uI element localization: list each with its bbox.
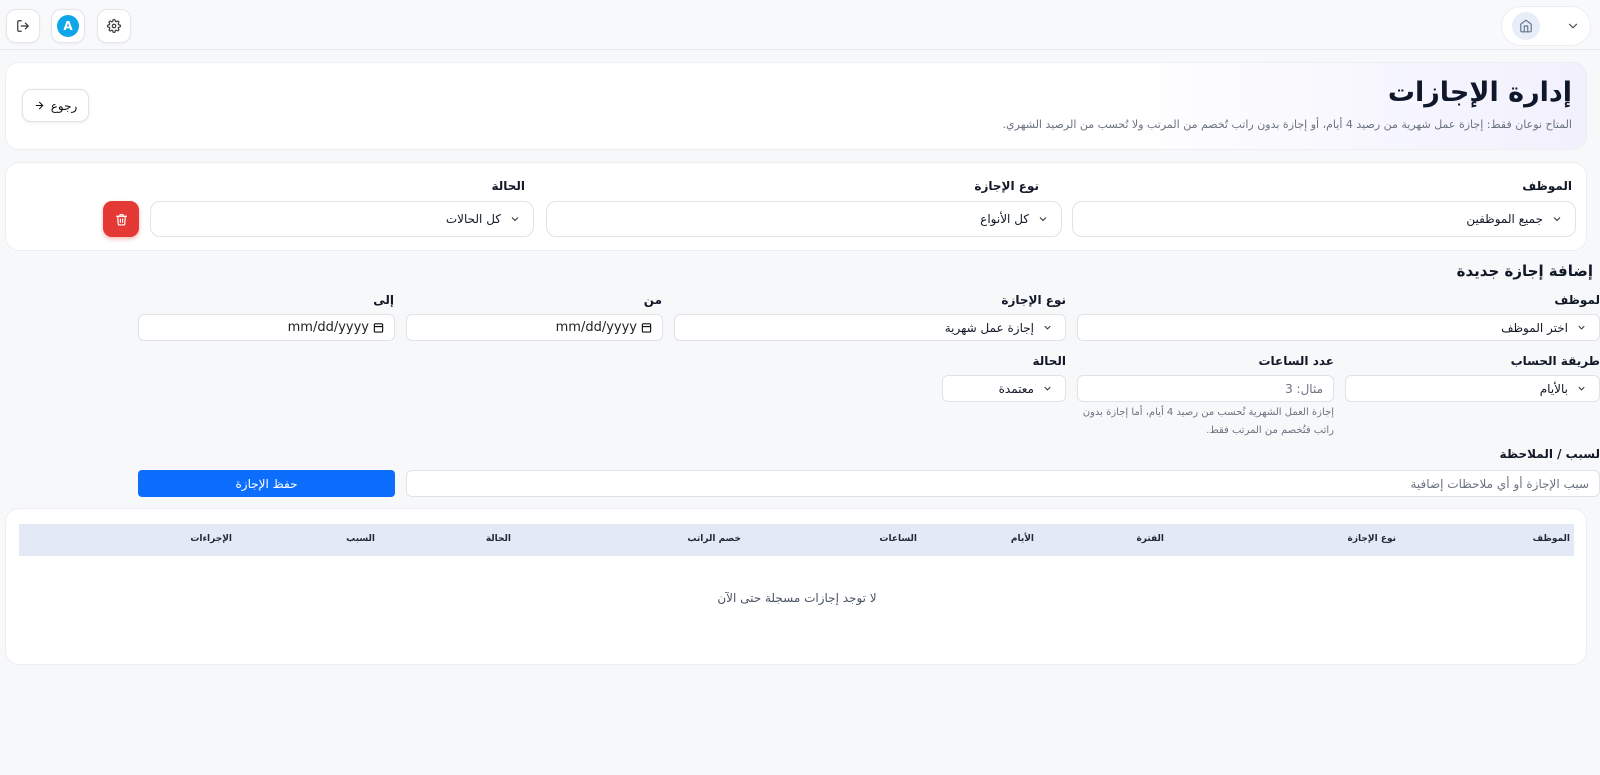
calendar-icon[interactable] (373, 322, 384, 333)
calc-method-value: بالأيام (1539, 381, 1568, 396)
filter-employee-value: جميع الموظفين (1466, 212, 1543, 226)
column-header-hours: الساعات (879, 534, 917, 544)
filter-type-label: نوع الإجازة (974, 179, 1039, 193)
page-subtitle: المتاح نوعان فقط: إجازة عمل شهرية من رصي… (1002, 118, 1572, 131)
home-menu[interactable] (1501, 6, 1591, 46)
table-header-row: الموظف نوع الإجازة الفترة الأيام الساعات… (19, 524, 1574, 556)
column-header-period: الفترة (1136, 534, 1164, 544)
hours-input[interactable]: مثال: 3 (1077, 375, 1334, 402)
column-header-actions: الإجراءات (190, 534, 232, 544)
header-card: إدارة الإجازات المتاح نوعان فقط: إجازة ع… (5, 62, 1587, 150)
new-status-select[interactable]: معتمدة (942, 375, 1066, 402)
new-status-value: معتمدة (998, 381, 1034, 396)
to-date-input[interactable]: mm/dd/yyyy (138, 314, 395, 341)
to-date-label: إلى (373, 293, 394, 307)
filter-employee-select[interactable]: جميع الموظفين (1072, 201, 1576, 237)
to-date-value: mm/dd/yyyy (287, 320, 369, 335)
clear-filters-button[interactable] (103, 201, 139, 237)
from-date-input[interactable]: mm/dd/yyyy (406, 314, 663, 341)
logout-button[interactable] (6, 9, 40, 43)
calc-method-select[interactable]: بالأيام (1345, 375, 1600, 402)
page-title: إدارة الإجازات (1387, 77, 1572, 108)
back-button[interactable]: رجوع (22, 89, 89, 122)
logout-icon (17, 20, 29, 32)
chevron-down-icon (1553, 217, 1561, 222)
back-button-label: رجوع (50, 98, 78, 113)
empty-table-message: لا توجد إجازات مسجلة حتى الآن (717, 591, 877, 605)
leaves-table-card: الموظف نوع الإجازة الفترة الأيام الساعات… (5, 508, 1587, 665)
filter-employee-label: الموظف (1522, 179, 1572, 193)
filter-type-value: كل الأنواع (980, 212, 1029, 226)
calc-method-label: طريقة الحساب (1510, 354, 1600, 368)
from-date-label: من (643, 293, 662, 307)
chevron-down-icon (1044, 386, 1051, 391)
home-icon (1520, 19, 1532, 33)
new-type-select[interactable]: إجازة عمل شهرية (674, 314, 1066, 341)
column-header-leave-type: نوع الإجازة (1347, 534, 1396, 544)
calendar-icon[interactable] (641, 322, 652, 333)
new-status-label: الحالة (1032, 354, 1066, 368)
column-header-days: الأيام (1010, 534, 1034, 544)
from-date-value: mm/dd/yyyy (555, 320, 637, 335)
filter-status-select[interactable]: كل الحالات (150, 201, 534, 237)
avatar: A (57, 15, 79, 37)
chevron-down-icon (1578, 386, 1585, 391)
settings-button[interactable] (97, 9, 131, 43)
leave-balance-hint: إجازة العمل الشهرية تُحسب من رصيد 4 أيام… (1082, 407, 1334, 436)
chevron-down-icon (511, 217, 519, 222)
chevron-down-icon (1568, 23, 1578, 29)
column-header-status: الحالة (485, 534, 511, 544)
home-button[interactable] (1512, 12, 1540, 40)
top-bar: A (0, 0, 1600, 50)
settings-gear-icon (107, 19, 121, 33)
chevron-down-icon (1039, 217, 1047, 222)
arrow-right-icon (35, 101, 43, 110)
reason-label: لسبب / الملاحظة (1499, 447, 1600, 461)
column-header-salary-deduction: خصم الراتب (687, 534, 741, 544)
new-employee-select[interactable]: اختر الموظف (1077, 314, 1600, 341)
avatar-button[interactable]: A (51, 9, 85, 43)
filter-card: الموظف جميع الموظفين نوع الإجازة كل الأن… (5, 162, 1587, 251)
column-header-employee: الموظف (1532, 534, 1570, 544)
chevron-down-icon (1578, 325, 1585, 330)
hours-label: عدد الساعات (1258, 354, 1334, 368)
new-type-value: إجازة عمل شهرية (944, 320, 1034, 335)
chevron-down-icon (1044, 325, 1051, 330)
new-employee-label: لموظف (1554, 293, 1600, 307)
reason-input[interactable]: سبب الإجازة أو أي ملاحظات إضافية (406, 470, 1600, 497)
filter-status-label: الحالة (491, 179, 525, 193)
filter-status-value: كل الحالات (445, 212, 501, 226)
column-header-reason: السبب (346, 534, 375, 544)
trash-icon (115, 213, 127, 226)
hours-placeholder: مثال: 3 (1285, 381, 1323, 396)
new-employee-value: اختر الموظف (1501, 320, 1568, 335)
save-leave-button[interactable]: حفظ الإجازة (138, 470, 395, 497)
new-leave-section-title: إضافة إجازة جديدة (1456, 262, 1593, 280)
filter-type-select[interactable]: كل الأنواع (546, 201, 1062, 237)
reason-placeholder: سبب الإجازة أو أي ملاحظات إضافية (1410, 476, 1590, 491)
new-type-label: نوع الإجازة (1001, 293, 1066, 307)
